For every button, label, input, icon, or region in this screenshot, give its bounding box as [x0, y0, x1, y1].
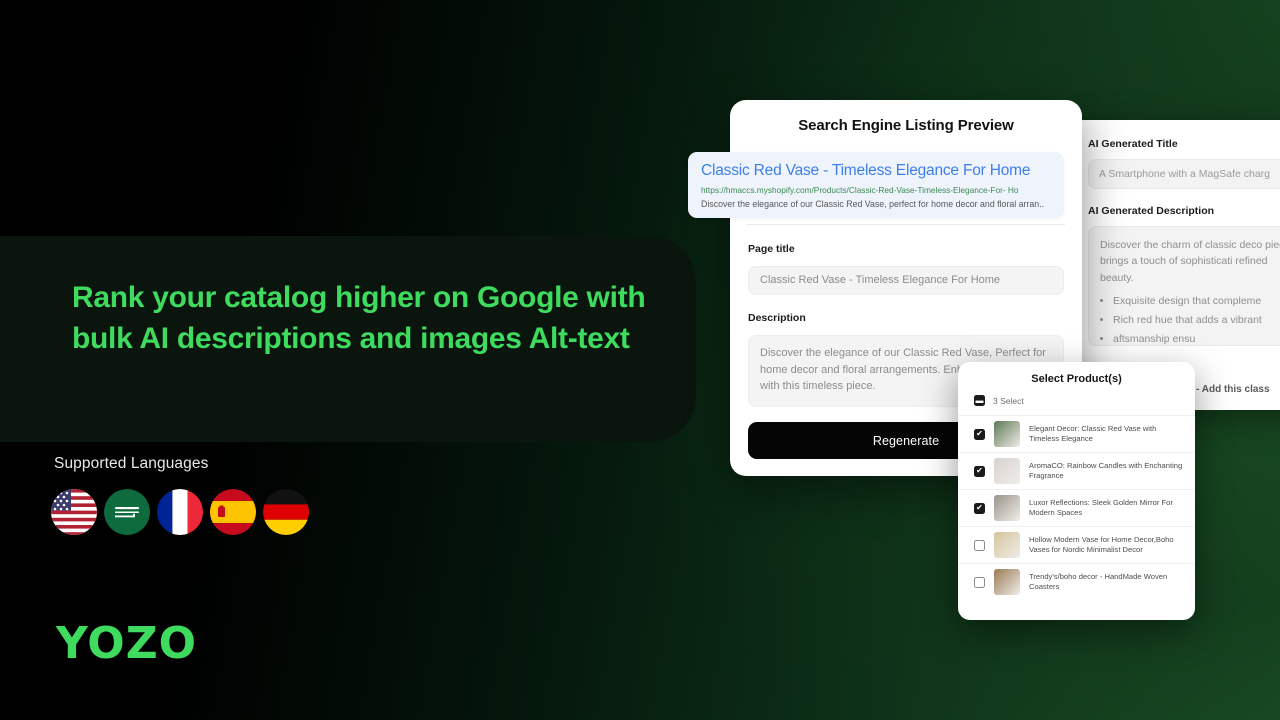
product-thumbnail	[994, 421, 1020, 447]
product-name: Hollow Modern Vase for Home Decor,Boho V…	[1029, 534, 1174, 554]
product-thumbnail	[994, 532, 1020, 558]
ai-generated-description-input[interactable]: Discover the charm of classic deco piece…	[1088, 226, 1280, 346]
list-item[interactable]: Trendy's/boho decor - HandMade Woven Coa…	[958, 563, 1195, 600]
flag-saudi-arabia-icon	[104, 489, 150, 535]
page-title-label: Page title	[748, 243, 795, 255]
brand-logo: YOZO	[56, 618, 198, 669]
product-checkbox[interactable]: ✔	[974, 428, 985, 440]
product-checkbox[interactable]: ✔	[974, 465, 985, 477]
product-thumbnail	[994, 458, 1020, 484]
promo-banner: Rank your catalog higher on Google with …	[0, 0, 1280, 720]
select-all-label: 3 Select	[993, 395, 1024, 406]
ai-generated-title-label: AI Generated Title	[1088, 138, 1178, 150]
product-thumbnail	[994, 569, 1020, 595]
ai-description-paragraph: Discover the charm of classic deco piece…	[1100, 239, 1280, 284]
select-products-panel: Select Product(s) ▬ 3 Select ✔ Elegant De…	[958, 362, 1195, 620]
list-item[interactable]: ✔ Luxor Reflections: Sleek Golden Mirror …	[958, 489, 1195, 526]
ai-generated-description-label: AI Generated Description	[1088, 205, 1215, 217]
ai-generated-title-input[interactable]: A Smartphone with a MagSafe charg	[1088, 159, 1280, 189]
flag-united-states-icon	[51, 489, 97, 535]
product-checkbox[interactable]: ✔	[974, 502, 985, 514]
list-item[interactable]: ✔ Elegant Decor: Classic Red Vase with Ti…	[958, 415, 1195, 452]
product-list: ✔ Elegant Decor: Classic Red Vase with Ti…	[958, 415, 1195, 600]
list-item: Rich red hue that adds a vibrant	[1113, 312, 1280, 328]
supported-languages-label: Supported Languages	[54, 455, 209, 472]
flag-germany-icon	[263, 489, 309, 535]
ai-description-bullets: Exquisite design that compleme Rich red …	[1113, 293, 1280, 345]
flag-spain-icon	[210, 489, 256, 535]
add-this-class-link[interactable]: - Add this class	[1196, 384, 1270, 395]
page-title: Rank your catalog higher on Google with …	[72, 281, 646, 356]
serp-title[interactable]: Classic Red Vase - Timeless Elegance For…	[701, 162, 1052, 181]
select-all-checkbox[interactable]: ▬	[974, 395, 985, 406]
serp-description: Discover the elegance of our Classic Red…	[701, 198, 1045, 209]
divider	[747, 224, 1065, 225]
product-name: Luxor Reflections: Sleek Golden Mirror F…	[1029, 497, 1173, 517]
serp-preview: Classic Red Vase - Timeless Elegance For…	[688, 152, 1064, 218]
list-item[interactable]: ✔ AromaCO: Rainbow Candles with Enchantin…	[958, 452, 1195, 489]
select-all-row[interactable]: ▬ 3 Select	[958, 385, 1195, 415]
product-name: Elegant Decor: Classic Red Vase with Tim…	[1029, 423, 1157, 443]
list-item: aftsmanship ensu	[1113, 331, 1280, 345]
product-name: AromaCO: Rainbow Candles with Enchanting…	[1029, 460, 1183, 480]
serp-url: https://hmaccs.myshopify.com/Products/Cl…	[701, 184, 1019, 195]
flag-france-icon	[157, 489, 203, 535]
list-item[interactable]: Hollow Modern Vase for Home Decor,Boho V…	[958, 526, 1195, 563]
product-thumbnail	[994, 495, 1020, 521]
supported-languages-flags	[51, 489, 309, 535]
select-products-title: Select Product(s)	[1031, 373, 1122, 385]
list-item: Exquisite design that compleme	[1113, 293, 1280, 309]
product-checkbox[interactable]	[974, 576, 985, 588]
listing-card-title: Search Engine Listing Preview	[798, 117, 1014, 134]
page-title-input[interactable]: Classic Red Vase - Timeless Elegance For…	[748, 266, 1064, 295]
product-checkbox[interactable]	[974, 539, 985, 551]
product-name: Trendy's/boho decor - HandMade Woven Coa…	[1029, 571, 1168, 591]
description-label: Description	[748, 312, 806, 324]
